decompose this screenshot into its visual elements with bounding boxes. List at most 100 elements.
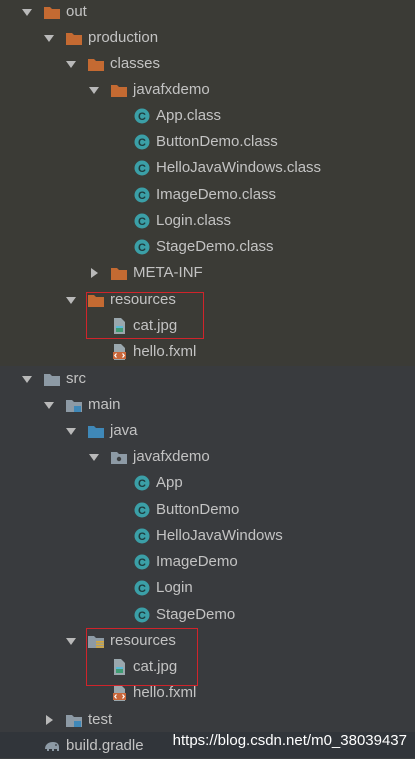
chevron-down-icon[interactable] [65,294,77,306]
tree-node-test[interactable]: test [0,707,415,733]
tree-node-main[interactable]: main [0,392,415,418]
tree-node-label: hello.fxml [133,343,197,360]
tree-node-class[interactable]: C App [0,470,415,496]
tree-node-class[interactable]: C HelloJavaWindows [0,523,415,549]
gradle-elephant-icon [43,738,61,754]
tree-node-label: hello.fxml [133,684,197,701]
tree-node-cat-jpg-src[interactable]: cat.jpg [0,654,415,680]
class-c-icon: C [133,160,151,176]
package-icon [110,449,128,465]
tree-node-label: HelloJavaWindows.class [156,159,322,176]
chevron-down-icon[interactable] [88,451,100,463]
chevron-down-icon[interactable] [43,399,55,411]
tree-node-resources-src[interactable]: resources [0,628,415,654]
class-c-icon: C [133,554,151,570]
tree-node-label: App.class [156,107,222,124]
class-c-icon: C [133,607,151,623]
svg-text:C: C [138,505,146,517]
module-folder-icon [65,397,83,413]
tree-node-class-file[interactable]: C Login.class [0,208,415,234]
tree-node-hello-fxml-src[interactable]: hello.fxml [0,680,415,706]
tree-node-meta-inf[interactable]: META-INF [0,260,415,286]
tree-node-class[interactable]: C ButtonDemo [0,497,415,523]
class-c-icon: C [133,528,151,544]
class-c-icon: C [133,187,151,203]
class-c-icon: C [133,239,151,255]
tree-node-java[interactable]: java [0,418,415,444]
tree-node-label: out [66,3,87,20]
tree-node-production[interactable]: production [0,25,415,51]
tree-node-javafxdemo-out[interactable]: javafxdemo [0,77,415,103]
tree-node-class-file[interactable]: C HelloJavaWindows.class [0,155,415,181]
chevron-down-icon[interactable] [43,32,55,44]
tree-node-label: java [110,422,138,439]
svg-text:C: C [138,216,146,228]
class-c-icon: C [133,475,151,491]
svg-text:C: C [138,190,146,202]
tree-node-javafxdemo-src[interactable]: javafxdemo [0,444,415,470]
tree-node-resources-out[interactable]: resources [0,287,415,313]
folder-gray-icon [43,371,61,387]
tree-node-class-file[interactable]: C App.class [0,103,415,129]
chevron-right-icon[interactable] [88,267,100,279]
tree-node-label: resources [110,291,176,308]
tree-node-src[interactable]: src [0,366,415,392]
tree-node-label: build.gradle [66,737,144,754]
chevron-right-icon[interactable] [43,714,55,726]
folder-orange-icon [87,292,105,308]
tree-node-label: META-INF [133,264,203,281]
tree-node-label: StageDemo [156,606,236,623]
test-folder-icon [65,712,83,728]
tree-node-label: resources [110,632,176,649]
folder-orange-icon [87,56,105,72]
folder-blue-icon [87,423,105,439]
project-tree: out production classes javafxdemo C App.… [0,0,415,758]
resources-folder-icon [87,633,105,649]
chevron-down-icon[interactable] [21,6,33,18]
image-file-icon [110,659,128,675]
watermark-url: https://blog.csdn.net/m0_38039437 [172,732,407,749]
folder-orange-icon [110,82,128,98]
tree-node-label: production [88,29,159,46]
folder-orange-icon [43,4,61,20]
tree-node-label: ButtonDemo.class [156,133,278,150]
tree-node-label: javafxdemo [133,448,210,465]
class-c-icon: C [133,134,151,150]
tree-node-label: classes [110,55,161,72]
tree-node-class[interactable]: C Login [0,575,415,601]
chevron-down-icon[interactable] [21,373,33,385]
tree-node-label: test [88,711,113,728]
folder-orange-icon [65,30,83,46]
tree-node-hello-fxml-out[interactable]: hello.fxml [0,339,415,365]
class-c-icon: C [133,580,151,596]
tree-node-label: ButtonDemo [156,501,240,518]
folder-orange-icon [110,265,128,281]
chevron-down-icon[interactable] [65,635,77,647]
svg-text:C: C [138,242,146,254]
tree-node-out[interactable]: out [0,0,415,25]
svg-text:C: C [138,163,146,175]
svg-text:C: C [138,610,146,622]
tree-node-label: cat.jpg [133,317,178,334]
tree-node-label: src [66,370,86,387]
tree-node-label: ImageDemo.class [156,186,277,203]
svg-text:C: C [138,531,146,543]
class-c-icon: C [133,502,151,518]
chevron-down-icon[interactable] [65,58,77,70]
tree-node-label: main [88,396,121,413]
tree-node-class[interactable]: C ImageDemo [0,549,415,575]
svg-text:C: C [138,478,146,490]
tree-node-label: cat.jpg [133,658,178,675]
tree-node-class-file[interactable]: C ImageDemo.class [0,182,415,208]
chevron-down-icon[interactable] [88,84,100,96]
tree-node-cat-jpg-out[interactable]: cat.jpg [0,313,415,339]
tree-node-class[interactable]: C StageDemo [0,602,415,628]
tree-node-label: Login [156,579,193,596]
tree-node-classes[interactable]: classes [0,51,415,77]
tree-node-class-file[interactable]: C StageDemo.class [0,234,415,260]
fxml-file-icon [110,344,128,360]
tree-node-label: Login.class [156,212,232,229]
tree-node-label: StageDemo.class [156,238,274,255]
chevron-down-icon[interactable] [65,425,77,437]
tree-node-class-file[interactable]: C ButtonDemo.class [0,129,415,155]
